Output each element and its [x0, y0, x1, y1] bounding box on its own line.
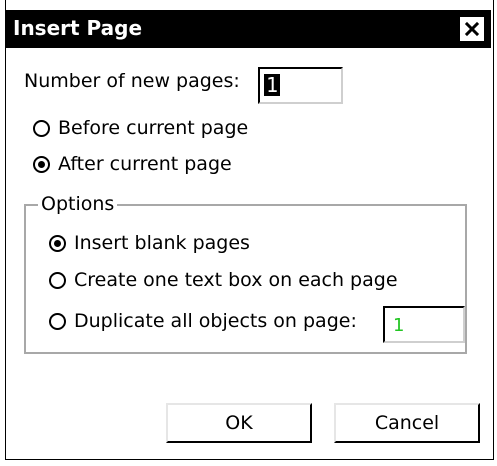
after-current-page-label: After current page	[58, 153, 232, 175]
before-current-page-label: Before current page	[58, 117, 249, 139]
cancel-button[interactable]: Cancel	[334, 403, 480, 443]
number-of-pages-value: 1	[264, 73, 281, 97]
dialog-title: Insert Page	[13, 16, 143, 40]
insert-blank-pages-label: Insert blank pages	[74, 232, 250, 254]
radio-checked-icon	[33, 155, 50, 173]
number-of-pages-input[interactable]: 1	[258, 67, 343, 104]
close-icon	[464, 21, 480, 37]
title-bar: Insert Page	[5, 10, 491, 48]
number-of-pages-label: Number of new pages:	[24, 70, 240, 92]
options-legend: Options	[38, 193, 118, 215]
text-box-each-page-radio[interactable]: Create one text box on each page	[49, 269, 398, 291]
ok-button[interactable]: OK	[166, 403, 312, 443]
text-box-each-page-label: Create one text box on each page	[74, 269, 398, 291]
duplicate-page-value: 1	[393, 315, 405, 336]
radio-checked-icon	[49, 234, 66, 252]
duplicate-objects-label: Duplicate all objects on page:	[74, 310, 357, 332]
close-button[interactable]	[459, 16, 485, 42]
radio-unchecked-icon	[33, 119, 50, 137]
insert-blank-pages-radio[interactable]: Insert blank pages	[49, 232, 250, 254]
duplicate-objects-radio[interactable]: Duplicate all objects on page:	[49, 310, 357, 332]
before-current-page-radio[interactable]: Before current page	[33, 117, 248, 139]
duplicate-page-input[interactable]: 1	[383, 306, 465, 343]
radio-unchecked-icon	[49, 271, 66, 289]
after-current-page-radio[interactable]: After current page	[33, 153, 232, 175]
radio-unchecked-icon	[49, 312, 66, 330]
